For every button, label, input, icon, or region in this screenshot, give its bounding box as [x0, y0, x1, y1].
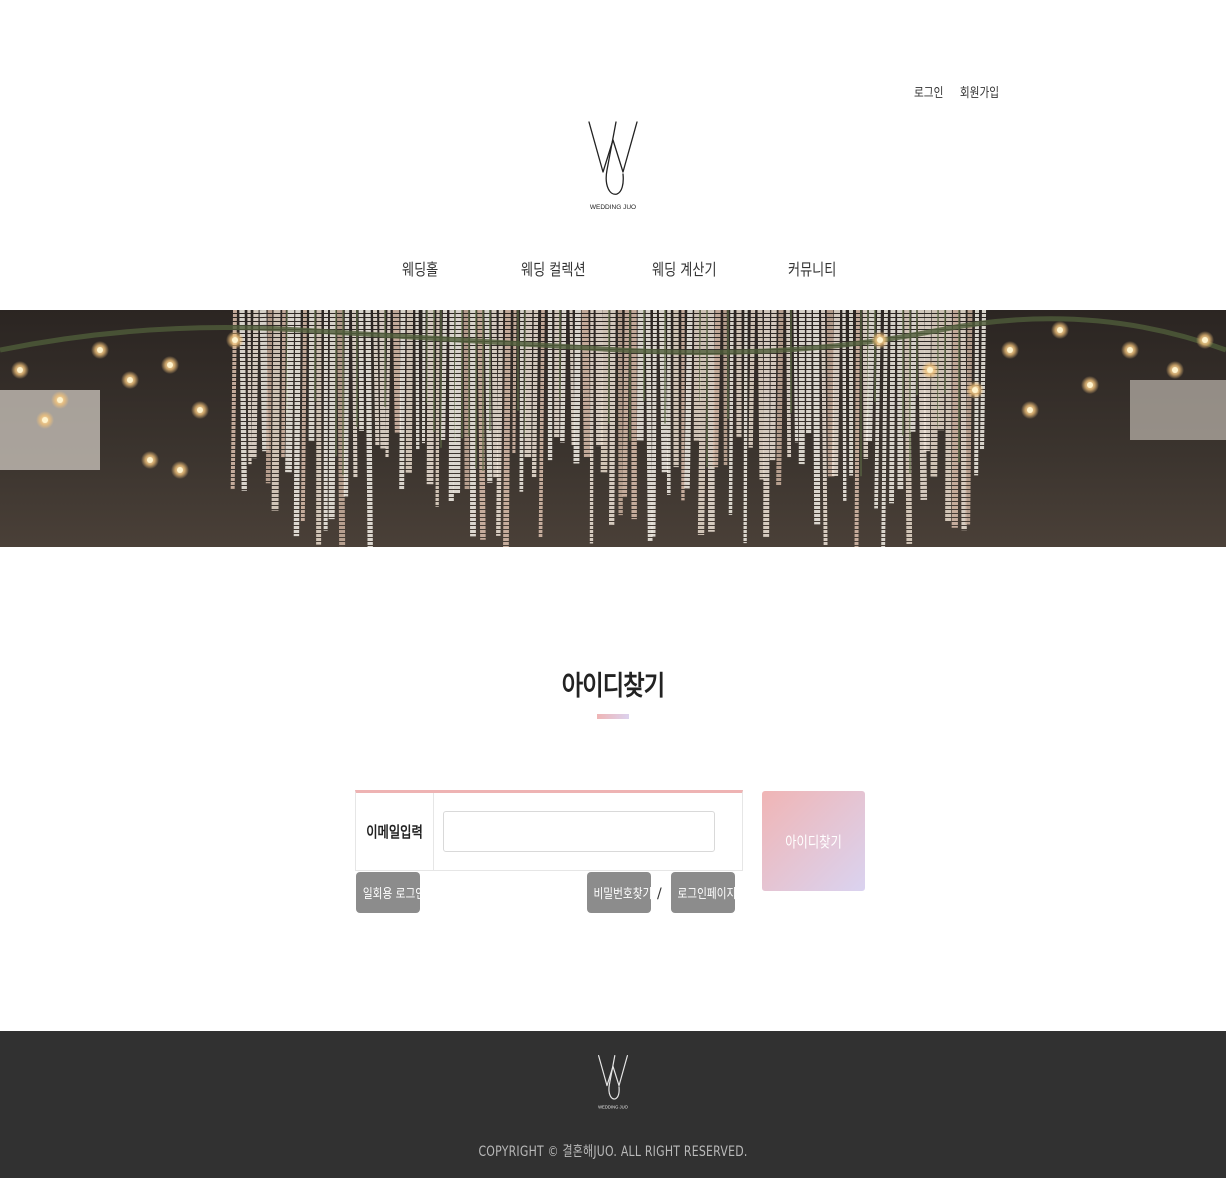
login-page-button[interactable]: 로그인페이지 [671, 872, 735, 913]
copyright-text: COPYRIGHT © 결혼해JUO. ALL RIGHT RESERVED. [478, 1144, 748, 1160]
main-nav: 웨딩홀 웨딩 컬렉션 웨딩 계산기 커뮤니티 [0, 256, 1226, 284]
login-link[interactable]: 로그인 [914, 82, 943, 101]
nav-item-community[interactable]: 커뮤니티 [788, 256, 836, 280]
footer-logo: WEDDING JUO [595, 1053, 631, 1111]
footer-logo-text: WEDDING JUO [598, 1104, 629, 1109]
find-id-button[interactable]: 아이디찾기 [762, 791, 865, 891]
nav-item-wedding-collection[interactable]: 웨딩 컬렉션 [521, 256, 586, 280]
nav-item-wedding-hall[interactable]: 웨딩홀 [402, 256, 438, 280]
button-separator: / [657, 886, 662, 902]
find-password-button[interactable]: 비밀번호찾기 [587, 872, 651, 913]
page-title: 아이디찾기 [561, 671, 665, 702]
top-links: 로그인 회원가입 [914, 82, 999, 101]
banner-image [0, 310, 1226, 547]
footer: WEDDING JUO COPYRIGHT © 결혼해JUO. ALL RIGH… [0, 1031, 1226, 1178]
email-label: 이메일입력 [356, 793, 434, 870]
find-id-form: 이메일입력 [355, 790, 743, 871]
guest-login-button[interactable]: 일회용 로그인 [356, 872, 420, 913]
title-underline [597, 714, 629, 719]
logo-text: WEDDING JUO [590, 204, 636, 211]
email-input[interactable] [443, 811, 715, 852]
nav-item-wedding-calculator[interactable]: 웨딩 계산기 [652, 256, 717, 280]
signup-link[interactable]: 회원가입 [960, 82, 999, 101]
site-logo[interactable]: WEDDING JUO [583, 118, 643, 214]
